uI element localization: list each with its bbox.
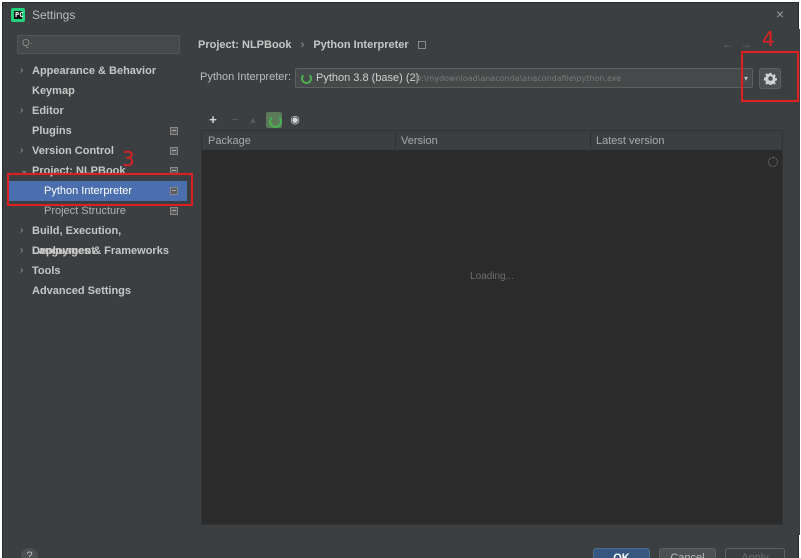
title-bar: PC Settings × — [3, 3, 798, 27]
table-header: Package Version Latest version — [202, 131, 782, 151]
annotation-box-3 — [7, 173, 193, 206]
project-level-icon — [170, 127, 178, 135]
show-early-releases-button[interactable]: ◉ — [287, 111, 303, 129]
packages-table[interactable]: Package Version Latest version Loading..… — [201, 130, 783, 525]
annotation-number-4: 4 — [762, 27, 775, 51]
upgrade-package-button[interactable]: ▲ — [245, 111, 261, 129]
sidebar-item-label: Plugins — [32, 125, 72, 137]
loading-text: Loading... — [470, 271, 514, 282]
sidebar-item-plugins[interactable]: Plugins — [7, 121, 187, 141]
column-header-package[interactable]: Package — [208, 135, 251, 147]
chevron-right-icon: › — [20, 225, 24, 236]
apply-button[interactable]: Apply — [725, 548, 785, 558]
search-icon: Q· — [22, 38, 34, 49]
sidebar-item-tools[interactable]: › Tools — [7, 261, 187, 281]
annotation-box-4 — [741, 51, 799, 102]
breadcrumb-separator: › — [300, 39, 305, 51]
chevron-right-icon: › — [20, 105, 24, 116]
small-loading-spinner-icon — [768, 157, 778, 167]
column-header-version[interactable]: Version — [401, 135, 438, 147]
project-level-icon — [170, 207, 178, 215]
sidebar-item-label: Editor — [32, 105, 64, 117]
column-header-latest-version[interactable]: Latest version — [596, 135, 664, 147]
refresh-icon[interactable] — [266, 112, 282, 128]
help-button[interactable]: ? — [21, 548, 38, 558]
column-divider — [395, 131, 396, 151]
breadcrumb-page: Python Interpreter — [313, 39, 409, 51]
breadcrumb: Project: NLPBook › Python Interpreter — [198, 39, 426, 51]
sidebar-item-label: Project Structure — [44, 205, 126, 217]
interpreter-label: Python Interpreter: — [200, 71, 292, 83]
project-level-icon — [170, 147, 178, 155]
ok-button[interactable]: OK — [593, 548, 650, 558]
interpreter-path: D:\mydownload\anaconda\anacondafile\pyth… — [415, 74, 622, 83]
close-button[interactable]: × — [776, 6, 784, 22]
interpreter-select[interactable]: Python 3.8 (base) (2) D:\mydownload\anac… — [295, 68, 753, 88]
sidebar-item-label: Tools — [32, 265, 61, 277]
chevron-right-icon: › — [20, 265, 24, 276]
sidebar-item-appearance-behavior[interactable]: › Appearance & Behavior — [7, 61, 187, 81]
chevron-right-icon: › — [20, 65, 24, 76]
back-forward-arrows[interactable]: ←→ — [722, 37, 758, 51]
sidebar-item-label: Languages & Frameworks — [32, 245, 169, 257]
interpreter-name: Python 3.8 (base) (2) — [316, 72, 420, 84]
sidebar-item-editor[interactable]: › Editor — [7, 101, 187, 121]
project-level-icon — [417, 41, 426, 49]
settings-dialog: PC Settings × Q· › Appearance & Behavior… — [2, 2, 800, 558]
chevron-right-icon: › — [20, 245, 24, 256]
loading-spinner-icon — [301, 73, 312, 84]
interpreter-panel: Project: NLPBook › Python Interpreter ←→… — [189, 29, 800, 535]
column-divider — [590, 131, 591, 151]
dialog-footer: ? OK Cancel Apply — [3, 535, 798, 558]
sidebar-item-keymap[interactable]: Keymap — [7, 81, 187, 101]
sidebar-item-label: Version Control — [32, 145, 114, 157]
annotation-number-3: 3 — [122, 147, 135, 171]
cancel-button[interactable]: Cancel — [659, 548, 716, 558]
sidebar-item-label: Appearance & Behavior — [32, 65, 157, 77]
sidebar-item-languages-frameworks[interactable]: › Languages & Frameworks — [7, 241, 187, 261]
add-package-button[interactable]: + — [205, 111, 221, 129]
chevron-right-icon: › — [20, 145, 24, 156]
sidebar-item-version-control[interactable]: › Version Control — [7, 141, 187, 161]
sidebar-item-label: Keymap — [32, 85, 75, 97]
settings-search-input[interactable]: Q· — [17, 35, 180, 54]
pycharm-logo-icon: PC — [11, 8, 25, 22]
sidebar-item-build-execution[interactable]: › Build, Execution, Deployment — [7, 221, 187, 257]
sidebar-item-label: Advanced Settings — [32, 285, 132, 297]
sidebar-item-advanced-settings[interactable]: Advanced Settings — [7, 281, 187, 301]
settings-sidebar: Q· › Appearance & Behavior Keymap › Edit… — [7, 29, 187, 535]
breadcrumb-project[interactable]: Project: NLPBook — [198, 39, 292, 51]
window-title: Settings — [32, 8, 76, 22]
remove-package-button[interactable]: − — [227, 111, 243, 129]
